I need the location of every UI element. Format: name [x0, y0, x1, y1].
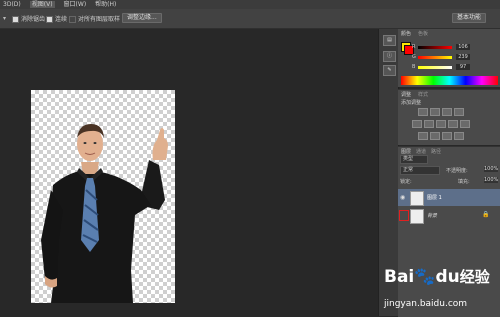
- black-white-icon[interactable]: [448, 120, 458, 128]
- watermark-logo: Bai🐾du经验: [384, 266, 490, 287]
- menu-view[interactable]: 视图(V): [29, 1, 55, 8]
- visibility-eye-icon[interactable]: ◉: [400, 194, 405, 201]
- tab-channels[interactable]: 通道: [416, 148, 426, 155]
- man-pointing-up-image: [41, 124, 168, 303]
- menu-window[interactable]: 窗口(W): [64, 1, 87, 8]
- watermark-url: jingyan.baidu.com: [384, 299, 468, 309]
- b-value[interactable]: 97: [456, 64, 470, 70]
- invert-icon[interactable]: [418, 132, 428, 140]
- brightness-contrast-icon[interactable]: [418, 108, 428, 116]
- watermark-suffix: 经验: [459, 268, 490, 286]
- tab-layers[interactable]: 图层: [401, 148, 411, 155]
- color-balance-icon[interactable]: [436, 120, 446, 128]
- all-layers-option[interactable]: 对所有图层取样: [69, 14, 120, 23]
- layer-kind-filter[interactable]: 类型: [400, 155, 428, 164]
- curves-icon[interactable]: [442, 108, 452, 116]
- exposure-icon[interactable]: [454, 108, 464, 116]
- menu-3d[interactable]: 3D(D): [3, 1, 21, 8]
- all-layers-label: 对所有图层取样: [78, 16, 121, 23]
- tab-adjustments[interactable]: 调整: [401, 91, 411, 98]
- options-bar: ▾ 消除锯齿 连续 对所有图层取样 调整边缘... 基本功能: [0, 9, 500, 29]
- anti-alias-option[interactable]: 消除锯齿: [12, 14, 45, 23]
- layer-row[interactable]: ◉ 图层 1: [398, 189, 500, 206]
- tab-styles[interactable]: 样式: [418, 91, 428, 98]
- layer-name[interactable]: 图层 1: [427, 194, 442, 201]
- gradient-map-icon[interactable]: [454, 132, 464, 140]
- fill-label: 填充:: [458, 179, 470, 185]
- tab-swatches[interactable]: 色板: [418, 30, 428, 37]
- posterize-icon[interactable]: [430, 132, 440, 140]
- tab-paths[interactable]: 路径: [431, 148, 441, 155]
- menu-bar: 3D(D) 视图(V) 窗口(W) 帮助(H): [0, 0, 500, 9]
- contiguous-checkbox[interactable]: [46, 16, 53, 23]
- paw-icon: 🐾: [414, 267, 436, 287]
- lock-label: 锁定:: [400, 179, 412, 185]
- contiguous-option[interactable]: 连续: [46, 14, 67, 23]
- r-label: R: [412, 44, 416, 50]
- watermark-brand: Bai: [384, 267, 415, 287]
- threshold-icon[interactable]: [442, 132, 452, 140]
- fill-value[interactable]: 100%: [484, 177, 498, 183]
- g-value[interactable]: 239: [456, 54, 470, 60]
- blend-mode-select[interactable]: 正常: [400, 166, 440, 175]
- b-label: B: [412, 64, 416, 70]
- layer-thumbnail: [410, 191, 424, 206]
- photo-filter-icon[interactable]: [460, 120, 470, 128]
- b-slider[interactable]: [418, 66, 452, 69]
- layer-name[interactable]: 背景: [427, 212, 437, 219]
- refine-edge-button[interactable]: 调整边缘...: [122, 13, 162, 23]
- history-panel-icon[interactable]: ▤: [383, 35, 396, 46]
- anti-alias-label: 消除锯齿: [21, 16, 46, 23]
- hue-saturation-icon[interactable]: [424, 120, 434, 128]
- menu-help[interactable]: 帮助(H): [95, 1, 116, 8]
- add-adjustment-title: 添加调整: [401, 100, 422, 106]
- color-spectrum-bar[interactable]: [401, 76, 498, 85]
- lock-icon: 🔒: [482, 211, 490, 218]
- g-label: G: [412, 54, 416, 60]
- document-canvas[interactable]: [31, 90, 175, 303]
- tool-preset-chevron-icon[interactable]: ▾: [3, 15, 6, 22]
- contiguous-label: 连续: [55, 16, 68, 23]
- r-slider[interactable]: [418, 46, 452, 49]
- vibrance-icon[interactable]: [412, 120, 422, 128]
- info-panel-icon[interactable]: ⓘ: [383, 51, 396, 62]
- g-slider[interactable]: [418, 56, 452, 59]
- opacity-value[interactable]: 100%: [484, 166, 498, 172]
- workspace-switcher[interactable]: 基本功能: [452, 13, 487, 23]
- levels-icon[interactable]: [430, 108, 440, 116]
- highlighted-visibility-box[interactable]: [399, 210, 409, 221]
- watermark-brand2: du: [435, 267, 460, 287]
- layer-row[interactable]: 背景 🔒: [398, 207, 500, 224]
- opacity-label: 不透明度:: [446, 168, 468, 174]
- layer-thumbnail: [410, 209, 424, 224]
- brush-panel-icon[interactable]: ✎: [383, 65, 396, 76]
- all-layers-checkbox[interactable]: [69, 16, 76, 23]
- tab-color[interactable]: 颜色: [401, 30, 411, 37]
- anti-alias-checkbox[interactable]: [12, 16, 19, 23]
- r-value[interactable]: 106: [456, 44, 470, 50]
